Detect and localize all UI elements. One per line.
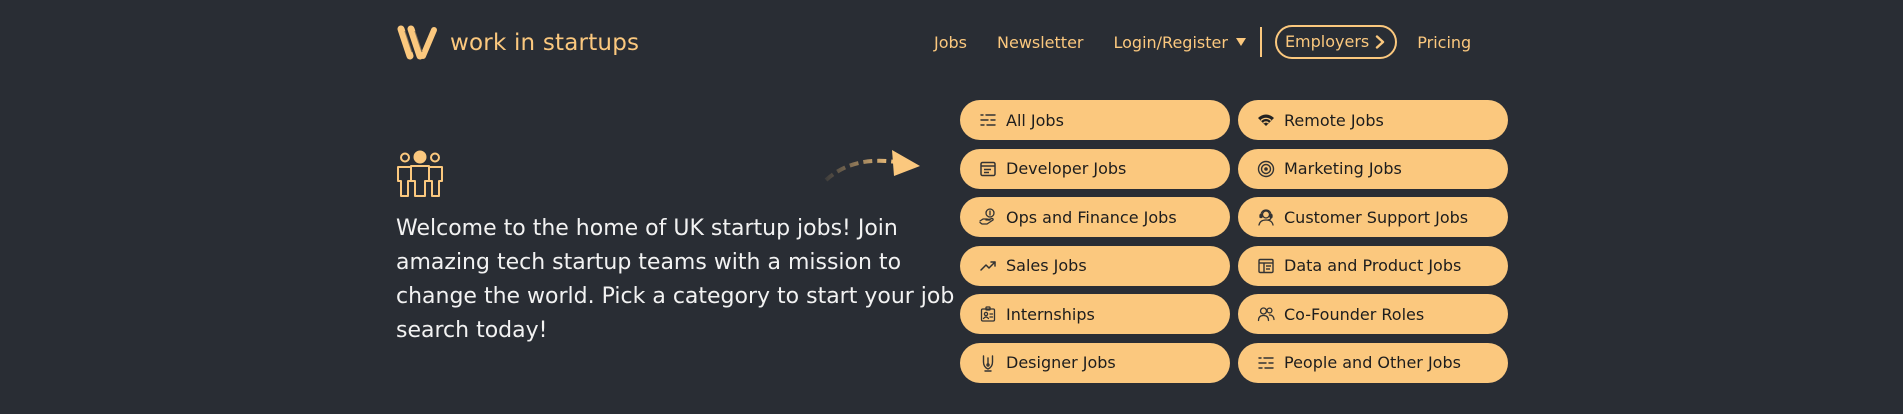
category-label: Marketing Jobs [1284,159,1402,179]
category-label: Remote Jobs [1284,110,1384,130]
category-people-other-jobs-button[interactable]: People and Other Jobs [1238,342,1508,383]
pen-nib-icon [979,354,997,372]
nav-newsletter-link[interactable]: Newsletter [997,33,1084,52]
category-designer-jobs-button[interactable]: Designer Jobs [960,342,1230,383]
trending-up-icon [979,257,997,275]
category-all-jobs-button[interactable]: All Jobs [960,100,1230,140]
category-data-product-jobs-button[interactable]: Data and Product Jobs [1238,245,1508,286]
hero-text: Welcome to the home of UK startup jobs! … [396,216,955,343]
nav-pricing-link[interactable]: Pricing [1417,33,1471,52]
category-label: All Jobs [1006,110,1064,130]
category-label: Internships [1006,304,1095,324]
logo-link[interactable]: work in startups [396,25,639,61]
sliders-icon [979,111,997,129]
team-icon [397,150,443,197]
dashboard-icon [1257,257,1275,275]
id-badge-icon [979,305,997,323]
category-ops-finance-jobs-button[interactable]: Ops and Finance Jobs [960,197,1230,238]
category-label: People and Other Jobs [1284,353,1461,373]
category-developer-jobs-button[interactable]: Developer Jobs [960,148,1230,189]
users-icon [1257,305,1275,323]
page: work in startups Jobs Newsletter Login/R… [0,0,1903,414]
browser-window-icon [979,160,997,178]
nav-login-label: Login/Register [1113,32,1228,52]
category-label: Customer Support Jobs [1284,207,1469,227]
category-label: Sales Jobs [1006,256,1087,276]
nav-jobs-link[interactable]: Jobs [934,33,967,52]
target-icon [1257,160,1275,178]
caret-down-icon [1235,38,1246,46]
chevron-right-icon [1376,34,1385,49]
category-remote-jobs-button[interactable]: Remote Jobs [1238,100,1508,140]
dashed-arrow-icon [824,150,920,182]
category-marketing-jobs-button[interactable]: Marketing Jobs [1238,148,1508,189]
category-grid: All Jobs Remote Jobs Developer Jobs Mark… [960,100,1508,383]
category-label: Developer Jobs [1006,159,1127,179]
sliders-icon [1257,354,1275,372]
nav-employers-button[interactable]: Employers [1274,25,1398,59]
nav-login-dropdown[interactable]: Login/Register [1114,33,1246,52]
wifi-icon [1257,111,1275,129]
logo-w-icon [397,25,437,60]
category-label: Designer Jobs [1006,353,1116,373]
category-label: Data and Product Jobs [1284,256,1462,276]
category-label: Co-Founder Roles [1284,304,1425,324]
headset-agent-icon [1257,208,1275,226]
logo-text: work in startups [450,30,640,56]
category-customer-support-jobs-button[interactable]: Customer Support Jobs [1238,197,1508,238]
nav-divider [1259,27,1262,57]
category-label: Ops and Finance Jobs [1006,207,1177,227]
category-co-founder-roles-button[interactable]: Co-Founder Roles [1238,294,1508,335]
category-internships-button[interactable]: Internships [960,294,1230,335]
category-sales-jobs-button[interactable]: Sales Jobs [960,245,1230,286]
nav-employers-label: Employers [1284,32,1370,51]
main-nav: Jobs Newsletter Login/Register Employers… [934,24,1471,60]
hand-coin-icon [979,208,997,226]
